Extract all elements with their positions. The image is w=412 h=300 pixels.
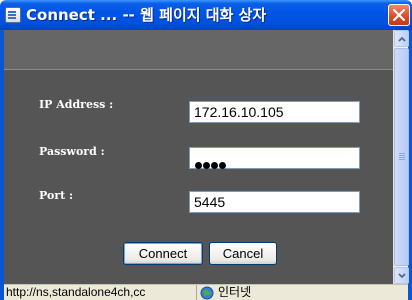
close-icon: [393, 9, 405, 21]
scrollbar-thumb[interactable]: [394, 48, 409, 266]
status-url: http://ns,standalone4ch,cc: [6, 285, 197, 300]
port-input[interactable]: [189, 191, 360, 213]
scroll-up-button[interactable]: [394, 30, 409, 47]
ip-address-label: IP Address :: [39, 98, 114, 111]
globe-icon: [200, 286, 214, 300]
title-bar[interactable]: Connect ... -- 웹 페이지 대화 상자: [0, 0, 412, 30]
port-label: Port :: [39, 189, 74, 202]
vertical-scrollbar[interactable]: [393, 30, 409, 284]
cancel-button[interactable]: Cancel: [209, 242, 277, 265]
dialog-page-icon: [5, 7, 21, 23]
header-band: [4, 30, 393, 70]
window-title: Connect ... -- 웹 페이지 대화 상자: [26, 6, 267, 24]
scroll-down-button[interactable]: [394, 267, 409, 284]
password-input[interactable]: [189, 147, 360, 169]
password-mask-dot: [219, 162, 226, 169]
password-mask-dot: [211, 162, 218, 169]
scrollbar-grip: [399, 153, 405, 154]
ip-address-input[interactable]: [189, 101, 360, 123]
security-zone-label: 인터넷: [218, 285, 252, 299]
dialog-content: IP Address : Password : Port : Connect C…: [4, 30, 393, 284]
close-button[interactable]: [388, 4, 410, 26]
connect-button[interactable]: Connect: [123, 242, 203, 265]
chevron-down-icon: [398, 273, 406, 279]
password-mask-dot: [203, 162, 210, 169]
password-mask-dot: [195, 162, 202, 169]
password-label: Password :: [39, 145, 105, 158]
password-mask: [195, 154, 227, 169]
chevron-up-icon: [398, 36, 406, 42]
status-bar: http://ns,standalone4ch,cc 인터넷: [4, 284, 408, 300]
